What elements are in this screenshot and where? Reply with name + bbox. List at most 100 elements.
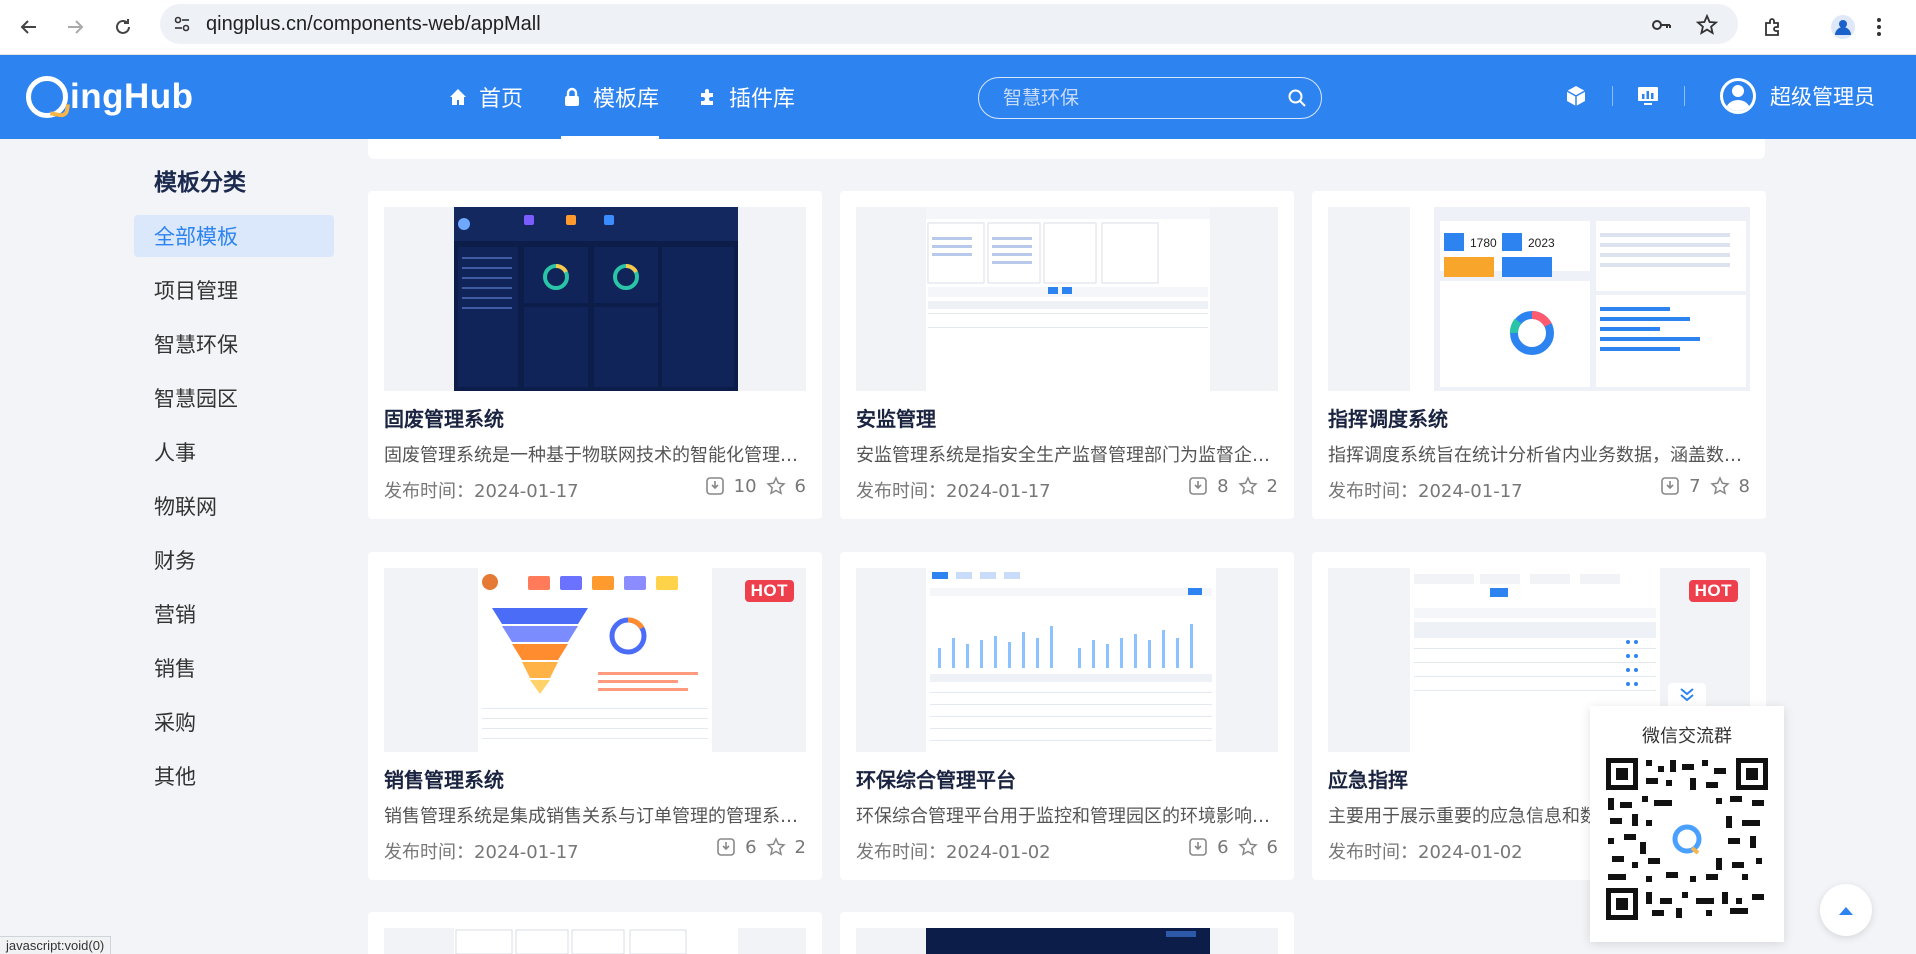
star-icon[interactable] — [1709, 475, 1731, 497]
card-stats: 6 2 — [715, 836, 806, 858]
sidebar-item-iot[interactable]: 物联网 — [134, 485, 334, 527]
wechat-group-popup: 微信交流群 — [1590, 706, 1784, 942]
search-icon[interactable] — [1287, 88, 1307, 108]
bookmark-star-icon[interactable] — [1696, 14, 1718, 36]
star-icon[interactable] — [765, 475, 787, 497]
template-card[interactable]: 1780 2023 指挥调度系统 指挥调度系统旨在统计分析省内业务数据，涵盖数据… — [1312, 191, 1766, 519]
main-nav: 首页 模板库 插件库 — [428, 55, 814, 139]
sidebar-item-park[interactable]: 智慧园区 — [134, 377, 334, 419]
card-title[interactable]: 应急指挥 — [1328, 764, 1408, 793]
svg-text:2023: 2023 — [1528, 236, 1555, 250]
sidebar-title: 模板分类 — [154, 170, 246, 196]
template-card[interactable] — [368, 912, 822, 954]
header-divider — [1612, 86, 1613, 106]
template-card[interactable]: 安监管理 安监管理系统是指安全生产监督管理部门为监督企业安全生产 发布时间：20… — [840, 191, 1294, 519]
password-key-icon[interactable] — [1650, 14, 1672, 36]
download-count: 6 — [1217, 836, 1229, 858]
double-chevron-down-icon — [1678, 686, 1696, 706]
profile-avatar-icon[interactable] — [1826, 10, 1860, 44]
logo-q-mark — [26, 76, 68, 118]
download-count: 8 — [1217, 475, 1229, 497]
download-count: 10 — [733, 475, 757, 497]
back-to-top-button[interactable] — [1820, 884, 1872, 936]
card-description: 环保综合管理平台用于监控和管理园区的环境影响因素 — [856, 806, 1280, 827]
site-settings-icon[interactable] — [172, 14, 192, 34]
header-divider — [1684, 86, 1685, 106]
hot-badge: HOT — [744, 580, 794, 602]
star-count: 6 — [1266, 836, 1278, 858]
hot-badge: HOT — [1688, 580, 1738, 602]
sidebar-item-hr[interactable]: 人事 — [134, 431, 334, 473]
template-card[interactable]: 固废管理系统 固废管理系统是一种基于物联网技术的智能化管理系统 发布时间：202… — [368, 191, 822, 519]
template-thumbnail[interactable] — [856, 568, 1278, 752]
template-thumbnail[interactable] — [856, 207, 1278, 391]
monitor-chart-icon[interactable] — [1634, 82, 1662, 110]
browser-toolbar: qingplus.cn/components-web/appMall — [0, 0, 1916, 55]
previous-row-card-edge — [368, 139, 1765, 159]
star-icon[interactable] — [765, 836, 787, 858]
card-publish-date: 发布时间：2024-01-17 — [856, 481, 1051, 502]
sidebar-item-marketing[interactable]: 营销 — [134, 593, 334, 635]
card-title[interactable]: 指挥调度系统 — [1328, 403, 1448, 432]
sidebar-item-other[interactable]: 其他 — [134, 755, 334, 797]
nav-plugins-label: 插件库 — [729, 87, 796, 112]
template-thumbnail[interactable]: HOT — [384, 568, 806, 752]
username[interactable]: 超级管理员 — [1770, 81, 1875, 111]
download-count: 6 — [745, 836, 757, 858]
card-title[interactable]: 安监管理 — [856, 403, 936, 432]
browser-menu-icon[interactable] — [1862, 10, 1896, 44]
card-stats: 10 6 — [704, 475, 806, 497]
template-thumbnail[interactable]: 1780 2023 — [1328, 207, 1750, 391]
sidebar-item-all[interactable]: 全部模板 — [134, 215, 334, 257]
sidebar-item-project[interactable]: 项目管理 — [134, 269, 334, 311]
address-bar[interactable]: qingplus.cn/components-web/appMall — [160, 4, 1738, 44]
sidebar-item-eco[interactable]: 智慧环保 — [134, 323, 334, 365]
qinghub-logo[interactable]: ingHub — [26, 73, 194, 121]
template-card[interactable]: 环保综合管理平台 环保综合管理平台用于监控和管理园区的环境影响因素 发布时间：2… — [840, 552, 1294, 880]
nav-templates[interactable]: 模板库 — [542, 55, 678, 139]
back-arrow-icon[interactable] — [12, 10, 46, 44]
logo-text: ingHub — [70, 77, 194, 116]
template-thumbnail[interactable] — [384, 928, 806, 954]
card-publish-date: 发布时间：2024-01-17 — [384, 481, 579, 502]
reload-icon[interactable] — [106, 10, 140, 44]
app-header: ingHub 首页 模板库 插件库 智慧环保 超级管理员 — [0, 55, 1916, 139]
download-count: 7 — [1689, 475, 1701, 497]
card-description: 固废管理系统是一种基于物联网技术的智能化管理系统 — [384, 445, 808, 466]
card-description: 安监管理系统是指安全生产监督管理部门为监督企业安全生产 — [856, 445, 1280, 466]
star-count: 6 — [794, 475, 806, 497]
sidebar-item-sales[interactable]: 销售 — [134, 647, 334, 689]
download-icon — [704, 475, 726, 497]
home-icon — [447, 86, 469, 108]
extensions-puzzle-icon[interactable] — [1756, 10, 1790, 44]
card-title[interactable]: 环保综合管理平台 — [856, 764, 1016, 793]
card-title[interactable]: 固废管理系统 — [384, 403, 504, 432]
forward-arrow-icon[interactable] — [58, 10, 92, 44]
template-card[interactable]: HOT 销售管理系统 销售管理系统是集成销售关系与订单管理的管理系统平台 发布时… — [368, 552, 822, 880]
nav-home[interactable]: 首页 — [428, 55, 542, 139]
svg-text:1780: 1780 — [1470, 236, 1497, 250]
download-icon — [715, 836, 737, 858]
template-thumbnail[interactable] — [384, 207, 806, 391]
star-icon[interactable] — [1237, 836, 1259, 858]
search-box — [978, 77, 1322, 119]
qr-title: 微信交流群 — [1642, 726, 1732, 747]
cube-icon[interactable] — [1562, 82, 1590, 110]
template-card[interactable] — [840, 912, 1294, 954]
star-count: 2 — [794, 836, 806, 858]
card-title[interactable]: 销售管理系统 — [384, 764, 504, 793]
sidebar-item-purchase[interactable]: 采购 — [134, 701, 334, 743]
star-icon[interactable] — [1237, 475, 1259, 497]
qr-code-image — [1606, 758, 1768, 920]
nav-home-label: 首页 — [479, 87, 524, 112]
card-publish-date: 发布时间：2024-01-02 — [1328, 842, 1523, 863]
download-icon — [1187, 475, 1209, 497]
card-stats: 6 6 — [1187, 836, 1278, 858]
user-avatar[interactable] — [1720, 78, 1756, 114]
search-input[interactable] — [1003, 84, 1273, 112]
card-description: 指挥调度系统旨在统计分析省内业务数据，涵盖数据统计 — [1328, 445, 1752, 466]
template-thumbnail[interactable] — [856, 928, 1278, 954]
card-publish-date: 发布时间：2024-01-17 — [384, 842, 579, 863]
sidebar-item-finance[interactable]: 财务 — [134, 539, 334, 581]
nav-plugins[interactable]: 插件库 — [678, 55, 814, 139]
